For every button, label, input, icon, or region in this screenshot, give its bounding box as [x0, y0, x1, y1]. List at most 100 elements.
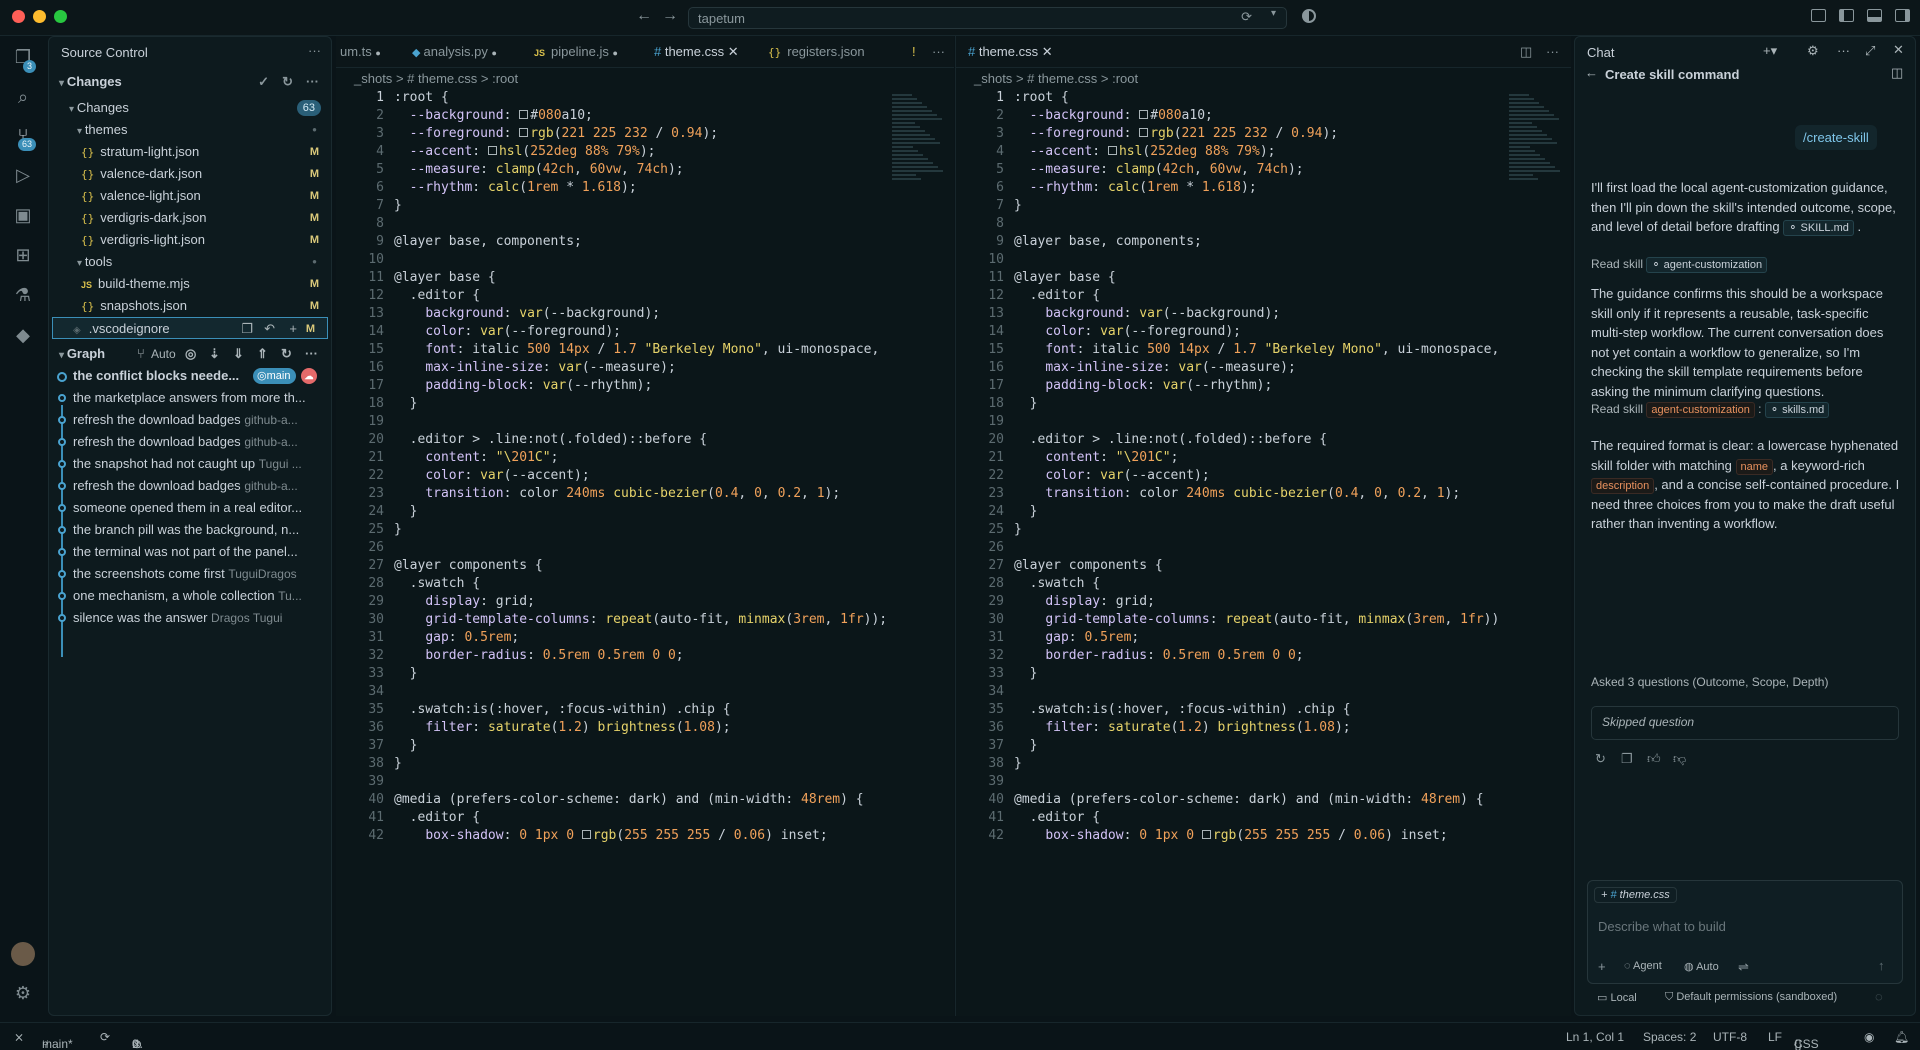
stage-changes-icon[interactable]: + [289, 318, 297, 338]
graph-commit[interactable]: refresh the download badges github-a... [49, 475, 331, 497]
avatar[interactable] [11, 942, 35, 966]
code-line[interactable]: grid-template-columns: repeat(auto-fit, … [394, 612, 884, 627]
code-line[interactable]: display: grid; [1014, 594, 1501, 609]
questions-summary[interactable]: Asked 3 questions (Outcome, Scope, Depth… [1591, 673, 1901, 693]
close-window-button[interactable] [12, 10, 25, 23]
code-line[interactable]: } [394, 198, 884, 213]
code-line[interactable]: color: var(--foreground); [394, 324, 884, 339]
minimap[interactable] [1509, 92, 1561, 192]
commit-check-icon[interactable]: ✓ [258, 71, 269, 93]
graph-commit[interactable]: someone opened them in a real editor... [49, 497, 331, 519]
graph-commit[interactable]: one mechanism, a whole collection Tu... [49, 585, 331, 607]
code-line[interactable]: } [1014, 666, 1501, 681]
graph-commit[interactable]: the marketplace answers from more th... [49, 387, 331, 409]
code-line[interactable]: .editor > .line:not(.folded)::before { [1014, 432, 1501, 447]
code-line[interactable]: } [394, 522, 884, 537]
code-line[interactable]: @layer base, components; [1014, 234, 1501, 249]
breadcrumb-item[interactable]: :root [1112, 71, 1138, 86]
code-line[interactable]: @layer base { [394, 270, 884, 285]
skill-chip[interactable]: ⚬ agent-customization [1646, 257, 1768, 273]
toggle-sessions-icon[interactable]: ◫ [1891, 65, 1903, 81]
chat-input-placeholder[interactable]: Describe what to build [1598, 919, 1726, 934]
tab-theme-css[interactable]: # theme.css ✕ [968, 36, 1053, 68]
code-line[interactable]: --accent: hsl(252deg 88% 79%); [394, 144, 884, 159]
cursor-position[interactable]: Ln 1, Col 1 [1566, 1030, 1624, 1044]
line-ending[interactable]: LF [1768, 1030, 1782, 1044]
code-line[interactable]: } [1014, 396, 1501, 411]
file-item[interactable]: JS build-theme.mjs M [49, 273, 331, 295]
code-line[interactable]: background: var(--background); [394, 306, 884, 321]
code-line[interactable]: --background: #080a10; [394, 108, 884, 123]
code-line[interactable]: gap: 0.5rem; [394, 630, 884, 645]
code-line[interactable]: --rhythm: calc(1rem * 1.618); [394, 180, 884, 195]
code-line[interactable]: @layer components { [394, 558, 884, 573]
breadcrumb-item[interactable]: # theme.css [1027, 71, 1097, 86]
code-line[interactable]: } [394, 396, 884, 411]
chevron-down-icon[interactable]: ▾ [1271, 8, 1276, 19]
copilot-status-icon[interactable]: ◉ [1864, 1030, 1874, 1044]
code-line[interactable]: border-radius: 0.5rem 0.5rem 0 0; [394, 648, 884, 663]
more-actions-icon[interactable]: ··· [1837, 43, 1850, 58]
branch-pill[interactable]: ◎main [253, 368, 297, 384]
code-line[interactable]: --background: #080a10; [1014, 108, 1501, 123]
code-line[interactable]: filter: saturate(1.2) brightness(1.08); [1014, 720, 1501, 735]
code-line[interactable]: @media (prefers-color-scheme: dark) and … [1014, 792, 1501, 807]
more-actions-icon[interactable]: ··· [305, 343, 318, 365]
code-line[interactable]: --rhythm: calc(1rem * 1.618); [1014, 180, 1501, 195]
code-area[interactable]: 1:root {2 --background: #080a10; 3 --fore… [956, 90, 1571, 1016]
search-icon[interactable]: ⌕ [10, 84, 36, 110]
file-item[interactable]: {} snapshots.json M [49, 295, 331, 317]
code-line[interactable]: @layer base { [1014, 270, 1501, 285]
remote-indicator-icon[interactable]: ⨯ [14, 1030, 24, 1044]
toggle-secondary-sidebar-icon[interactable] [1895, 9, 1910, 22]
thumbs-up-icon[interactable]: 👍︎ [1647, 751, 1661, 767]
code-line[interactable]: display: grid; [394, 594, 884, 609]
command-center-search[interactable]: tapetum ⟳ ▾ [688, 7, 1287, 29]
close-icon[interactable]: ✕ [1893, 42, 1904, 58]
changes-group[interactable]: ▾ Changes 63 [49, 97, 331, 119]
notifications-icon[interactable]: 🔔︎ [1894, 1030, 1909, 1044]
code-line[interactable]: transition: color 240ms cubic-bezier(0.4… [394, 486, 884, 501]
refresh-icon[interactable]: ↻ [282, 71, 293, 93]
code-line[interactable]: filter: saturate(1.2) brightness(1.08); [394, 720, 884, 735]
copilot-icon[interactable]: ⟳ [1241, 9, 1252, 25]
tab-pipeline-js[interactable]: JS pipeline.js ● [534, 36, 618, 68]
code-line[interactable]: gap: 0.5rem; [1014, 630, 1501, 645]
code-line[interactable]: transition: color 240ms cubic-bezier(0.4… [1014, 486, 1501, 501]
code-line[interactable]: font: italic 500 14px / 1.7 "Berkeley Mo… [1014, 342, 1501, 357]
graph-commit[interactable]: the screenshots come first TuguiDragos [49, 563, 331, 585]
code-line[interactable]: font: italic 500 14px / 1.7 "Berkeley Mo… [394, 342, 884, 357]
file-chip[interactable]: ⚬ skills.md [1764, 402, 1830, 418]
file-item[interactable]: {} stratum-light.json M [49, 141, 331, 163]
code-line[interactable]: padding-block: var(--rhythm); [1014, 378, 1501, 393]
more-actions-icon[interactable]: ··· [932, 36, 945, 68]
tab-theme-css[interactable]: # theme.css ✕ [654, 36, 739, 68]
code-line[interactable]: } [1014, 756, 1501, 771]
breadcrumb-item[interactable]: :root [492, 71, 518, 86]
code-line[interactable]: } [1014, 198, 1501, 213]
sync-icon[interactable]: ⟳ [100, 1030, 110, 1044]
folder-item-themes[interactable]: ▾ themes ● [49, 119, 331, 141]
graph-commit[interactable]: silence was the answer Dragos Tugui [49, 607, 331, 629]
code-line[interactable]: } [1014, 504, 1501, 519]
more-actions-icon[interactable]: ··· [308, 43, 321, 58]
changes-section-header[interactable]: ▾ Changes ✓ ↻ ··· [49, 71, 331, 93]
python-icon[interactable]: ◆ [10, 322, 36, 348]
more-actions-icon[interactable]: ··· [306, 71, 319, 93]
context-chip[interactable]: + # theme.css [1594, 887, 1677, 903]
maximize-window-button[interactable] [54, 10, 67, 23]
run-debug-icon[interactable]: ▷ [10, 162, 36, 188]
file-item[interactable]: {} valence-light.json M [49, 185, 331, 207]
graph-commit[interactable]: the snapshot had not caught up Tugui ... [49, 453, 331, 475]
folder-item-tools[interactable]: ▾ tools ● [49, 251, 331, 273]
skipped-question-box[interactable]: Skipped question [1591, 706, 1899, 740]
code-line[interactable]: .editor { [394, 810, 884, 825]
graph-commit[interactable]: the branch pill was the background, n... [49, 519, 331, 541]
code-line[interactable]: background: var(--background); [1014, 306, 1501, 321]
split-editor-icon[interactable]: ◫ [1520, 36, 1532, 68]
code-line[interactable]: .swatch:is(:hover, :focus-within) .chip … [1014, 702, 1501, 717]
file-item-selected[interactable]: ◈ .vscodeignore ❐ ↶ + M [52, 317, 328, 339]
code-line[interactable]: grid-template-columns: repeat(auto-fit, … [1014, 612, 1501, 627]
back-arrow-icon[interactable]: ← [636, 7, 652, 25]
code-line[interactable]: color: var(--accent); [1014, 468, 1501, 483]
